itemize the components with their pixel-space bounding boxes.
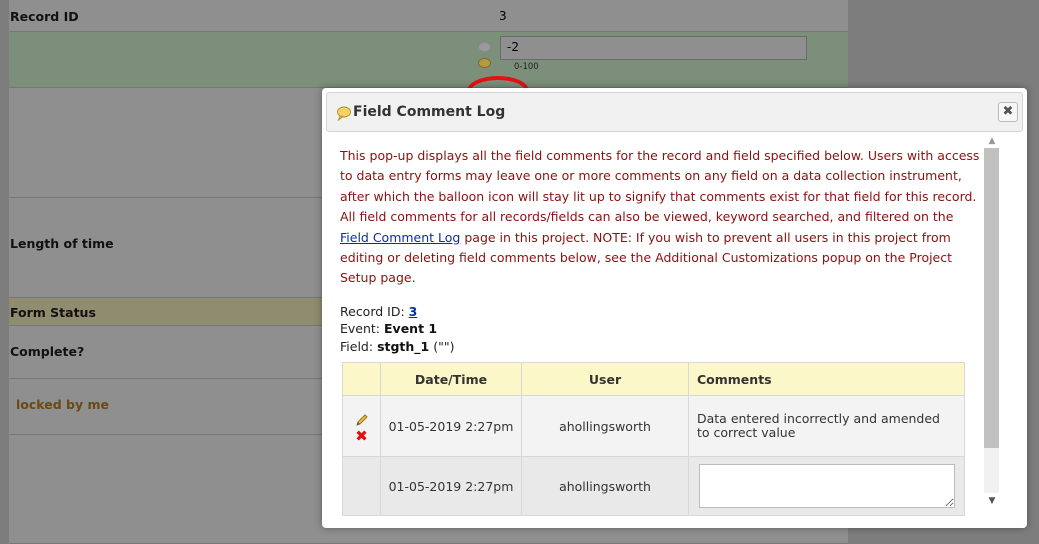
field-input[interactable]: -2 [500,36,807,60]
pencil-icon[interactable] [355,413,369,427]
row-user: ahollingsworth [521,395,689,457]
record-id-row: Record ID 3 [9,0,848,32]
table-row: ✖ 01-05-2019 2:27pm ahollingsworth Data … [342,395,965,457]
record-meta: Record ID: 3 Event: Event 1 Field: stgth… [340,303,980,355]
header-comments: Comments [688,362,965,396]
new-comment-cell [688,456,965,516]
new-comment-row: 01-05-2019 2:27pm ahollingsworth [342,456,965,516]
field-range-hint: 0-100 [514,62,539,72]
record-id-label: Record ID [10,9,79,24]
balloon-icon [337,106,351,121]
close-icon[interactable]: ✖ [998,102,1018,122]
scroll-thumb[interactable] [984,148,999,448]
header-actions [342,362,381,396]
field-line: Field: stgth_1 ("") [340,338,455,354]
intro-text: This pop-up displays all the field comme… [340,148,980,286]
dialog-content: This pop-up displays all the field comme… [340,146,980,355]
record-line: Record ID: 3 [340,303,418,319]
scroll-up-icon[interactable]: ▲ [983,134,1001,148]
complete-label: Complete? [10,344,85,359]
field-row: -2 0-100 [9,32,848,106]
new-row-datetime: 01-05-2019 2:27pm [380,456,522,516]
new-row-actions [342,456,381,516]
comment-balloon-icon[interactable] [478,58,491,68]
record-id-value: 3 [499,9,507,23]
row-actions: ✖ [342,395,381,457]
record-link[interactable]: 3 [409,304,418,319]
header-datetime: Date/Time [380,362,522,396]
header-user: User [521,362,689,396]
locked-label: locked by me [16,397,109,412]
scroll-down-icon[interactable]: ▼ [983,494,1001,508]
table-header-row: Date/Time User Comments [342,362,965,396]
new-comment-input[interactable] [698,464,955,508]
history-icon[interactable] [478,42,491,52]
length-label: Length of time [10,236,114,251]
row-datetime: 01-05-2019 2:27pm [380,395,522,457]
row-comment: Data entered incorrectly and amended to … [688,395,965,457]
field-comment-log-link[interactable]: Field Comment Log [340,230,460,245]
form-status-label: Form Status [10,305,96,320]
dialog-title: Field Comment Log [353,104,506,120]
dialog-scrollbar[interactable]: ▲ ▼ [983,134,1001,508]
dialog-titlebar[interactable]: Field Comment Log [326,92,1023,132]
new-row-user: ahollingsworth [521,456,689,516]
event-line: Event: Event 1 [340,321,438,337]
comment-log-table: Date/Time User Comments ✖ 01-05-2019 2:2… [342,362,965,516]
delete-icon[interactable]: ✖ [344,428,379,444]
field-comment-log-dialog: Field Comment Log ✖ This pop-up displays… [322,88,1027,528]
